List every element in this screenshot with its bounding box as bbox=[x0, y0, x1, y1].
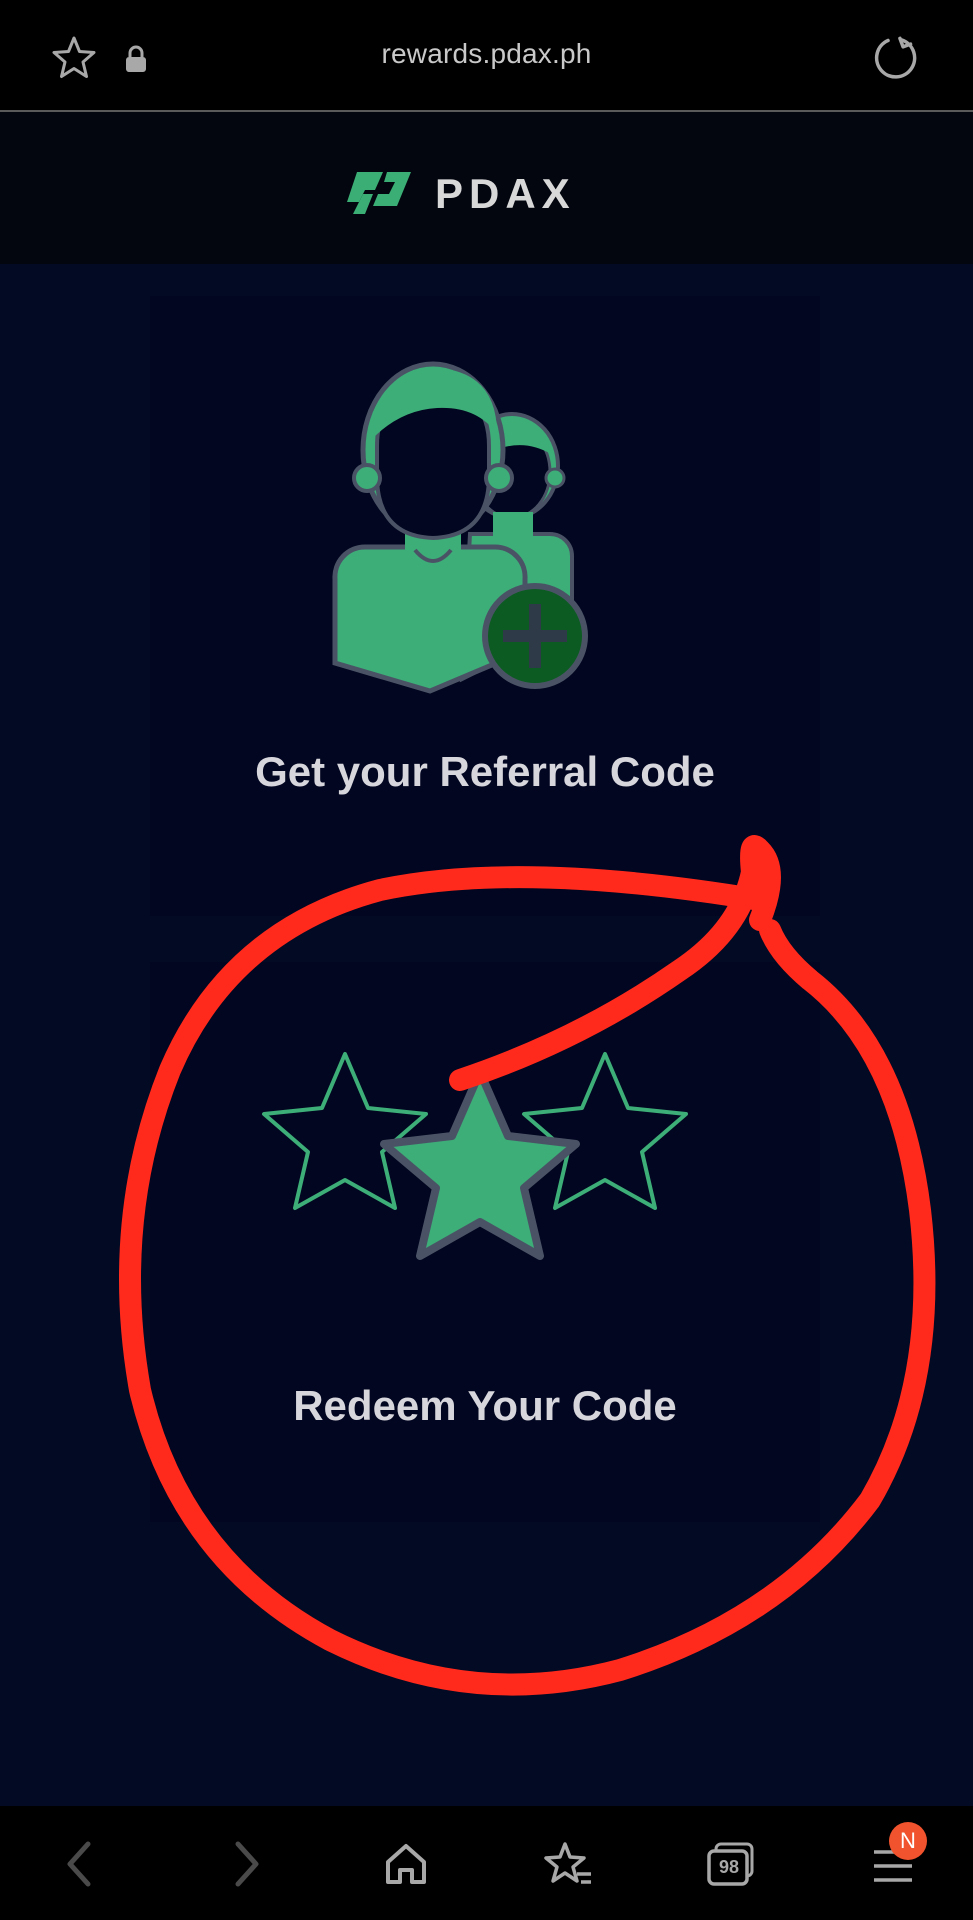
browser-address-bar: rewards.pdax.ph bbox=[0, 0, 973, 112]
tabs-count: 98 bbox=[718, 1857, 740, 1877]
home-icon[interactable] bbox=[382, 1840, 430, 1888]
add-users-icon bbox=[332, 361, 588, 694]
back-icon[interactable] bbox=[60, 1836, 100, 1892]
bookmarks-icon[interactable] bbox=[543, 1840, 593, 1888]
app-header: PDAX bbox=[0, 112, 973, 264]
forward-icon[interactable] bbox=[226, 1836, 266, 1892]
browser-bottom-nav: 98 bbox=[0, 1806, 973, 1920]
tabs-button[interactable]: 98 bbox=[706, 1840, 756, 1888]
redeem-card-label: Redeem Your Code bbox=[293, 1382, 677, 1429]
referral-card-label: Get your Referral Code bbox=[255, 748, 715, 795]
brand-name: PDAX bbox=[435, 170, 576, 217]
referral-card[interactable]: Get your Referral Code bbox=[150, 296, 820, 916]
refresh-icon[interactable] bbox=[872, 34, 918, 80]
pdax-logo[interactable]: PDAX bbox=[345, 172, 576, 216]
redeem-card[interactable]: Redeem Your Code bbox=[150, 962, 820, 1522]
rewards-page: Get your Referral Code Redeem Your Code bbox=[0, 264, 973, 1806]
url-field[interactable]: rewards.pdax.ph bbox=[0, 38, 973, 70]
menu-notification-badge: N bbox=[889, 1822, 927, 1860]
three-stars-icon bbox=[262, 1052, 688, 1260]
pdax-logo-mark-icon bbox=[347, 172, 411, 214]
